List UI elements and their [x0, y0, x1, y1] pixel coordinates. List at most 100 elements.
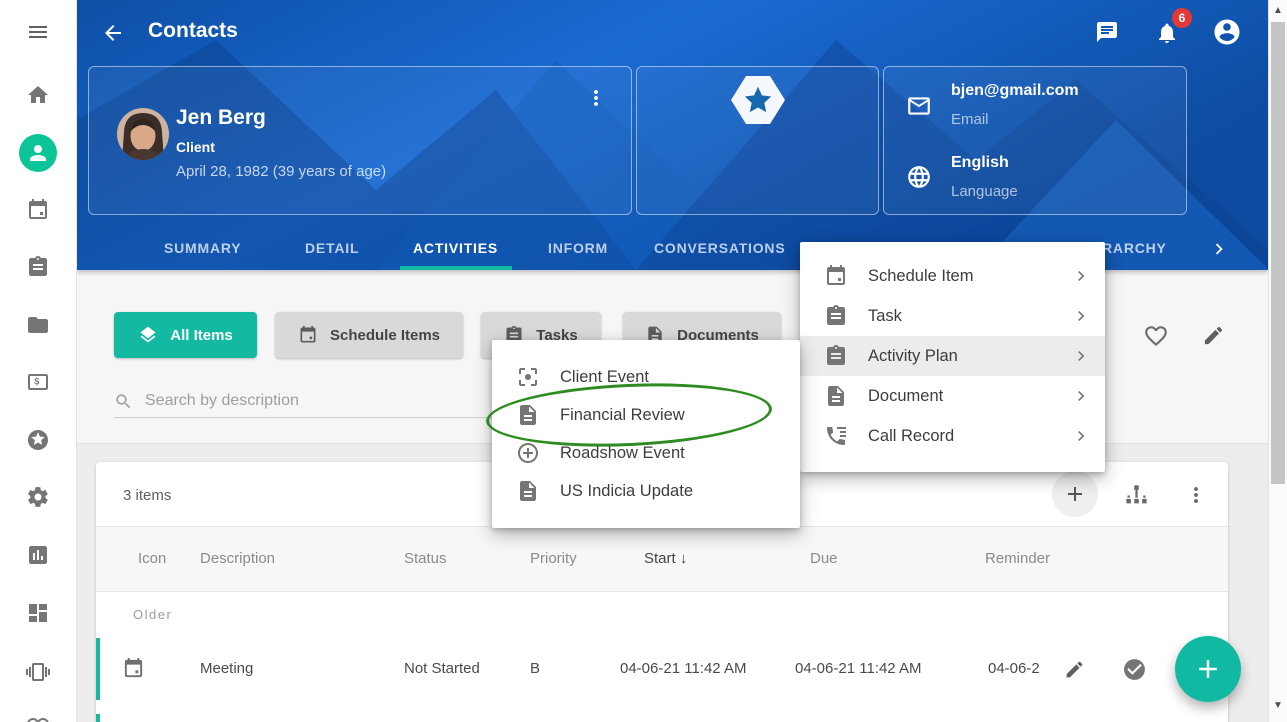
billing-dollar-nav-icon[interactable]: [26, 370, 50, 394]
column-description[interactable]: Description: [200, 550, 275, 567]
filter-all-items-button[interactable]: All Items: [114, 312, 257, 358]
contact-avatar[interactable]: [117, 108, 169, 160]
group-label: Older: [133, 607, 172, 622]
scrollbar-up-arrow[interactable]: ▲: [1269, 5, 1287, 16]
calendar-nav-icon[interactable]: [26, 198, 50, 222]
fab-add-button[interactable]: [1175, 636, 1241, 702]
card-kebab-menu-icon[interactable]: [584, 86, 608, 110]
language-label: Language: [951, 183, 1018, 200]
tab-detail[interactable]: DETAIL: [305, 240, 359, 256]
notification-count: 6: [1179, 11, 1186, 25]
vibration-phone-nav-icon[interactable]: [26, 660, 50, 684]
submenu-item-client-event[interactable]: Client Event: [492, 358, 800, 396]
tabs-scroll-chevron-icon[interactable]: [1208, 238, 1230, 260]
menu-item-document[interactable]: Document: [800, 376, 1105, 416]
row-complete-check-icon[interactable]: [1122, 657, 1147, 682]
submenu-item-label: Client Event: [560, 368, 800, 387]
vertical-scrollbar[interactable]: ▲ ▼: [1268, 0, 1287, 722]
language-globe-icon: [906, 164, 932, 190]
tab-hierarchy-partial[interactable]: RARCHY: [1102, 240, 1167, 256]
tasks-clipboard-nav-icon[interactable]: [26, 255, 50, 279]
submenu-item-label: Financial Review: [560, 406, 800, 425]
contact-badge-card: [636, 66, 879, 215]
column-reminder[interactable]: Reminder: [985, 550, 1050, 567]
email-value[interactable]: bjen@gmail.com: [951, 82, 1079, 100]
calendar-icon: [824, 264, 848, 288]
account-circle-icon[interactable]: [1212, 17, 1242, 47]
search-icon: [114, 392, 133, 411]
home-icon[interactable]: [26, 83, 50, 107]
favorite-heart-icon[interactable]: [1143, 323, 1169, 349]
contact-identity-card: Jen Berg Client April 28, 1982 (39 years…: [88, 66, 632, 215]
email-icon: [906, 93, 932, 119]
tab-activities[interactable]: ACTIVITIES: [413, 240, 498, 256]
menu-item-schedule-item[interactable]: Schedule Item: [800, 256, 1105, 296]
filter-all-items-label: All Items: [170, 327, 233, 344]
back-arrow-icon[interactable]: [101, 21, 125, 45]
hierarchy-view-icon[interactable]: [1123, 482, 1150, 509]
menu-hamburger-icon[interactable]: [26, 20, 50, 44]
app-root: Contacts 6 Jen Berg Client April 28, 198…: [0, 0, 1287, 722]
row-accent-bar: [96, 638, 100, 700]
tab-inform[interactable]: INFORM: [548, 240, 608, 256]
plus-icon: [1193, 654, 1223, 684]
scrollbar-down-arrow[interactable]: ▼: [1269, 700, 1287, 711]
favorites-star-nav-icon[interactable]: [26, 428, 50, 452]
contacts-nav-active-icon[interactable]: [19, 134, 57, 172]
scrollbar-thumb[interactable]: [1271, 22, 1285, 484]
submenu-item-us-indicia-update[interactable]: US Indicia Update: [492, 472, 800, 510]
cell-reminder-truncated: 04-06-2: [988, 660, 1050, 677]
contact-name: Jen Berg: [176, 106, 266, 130]
email-label: Email: [951, 111, 989, 128]
layers-icon: [138, 325, 158, 345]
reports-chart-nav-icon[interactable]: [26, 543, 50, 567]
filter-schedule-items-button[interactable]: Schedule Items: [275, 312, 463, 358]
menu-item-task[interactable]: Task: [800, 296, 1105, 336]
partial-bottom-nav-icon[interactable]: [26, 712, 50, 722]
active-tab-underline: [400, 266, 512, 270]
table-row-partial[interactable]: [96, 700, 1228, 722]
tab-conversations[interactable]: CONVERSATIONS: [654, 240, 786, 256]
tab-summary[interactable]: SUMMARY: [164, 240, 241, 256]
chevron-right-icon: [1071, 346, 1091, 366]
column-start-sorted[interactable]: Start ↓: [644, 550, 687, 567]
create-item-menu: Schedule Item Task Activity Plan Documen…: [800, 242, 1105, 472]
row-calendar-icon: [122, 657, 145, 680]
cell-priority: B: [530, 660, 540, 677]
panel-kebab-menu-icon[interactable]: [1184, 483, 1208, 507]
star-hexagon-badge-icon: [730, 75, 786, 125]
submenu-item-roadshow-event[interactable]: Roadshow Event: [492, 434, 800, 472]
clipboard-icon: [824, 344, 848, 368]
submenu-item-financial-review[interactable]: Financial Review: [492, 396, 800, 434]
submenu-item-label: US Indicia Update: [560, 482, 800, 501]
filter-schedule-items-label: Schedule Items: [330, 327, 440, 344]
contact-birthdate: April 28, 1982 (39 years of age): [176, 163, 386, 180]
language-value[interactable]: English: [951, 154, 1009, 172]
document-icon: [824, 384, 848, 408]
edit-pencil-icon[interactable]: [1202, 324, 1225, 347]
column-due[interactable]: Due: [810, 550, 838, 567]
chat-icon[interactable]: [1095, 20, 1119, 44]
document-icon: [516, 403, 540, 427]
menu-item-label: Document: [868, 387, 1071, 406]
dashboard-nav-icon[interactable]: [26, 601, 50, 625]
clipboard-icon: [824, 304, 848, 328]
cell-start: 04-06-21 11:42 AM: [620, 660, 746, 677]
column-status[interactable]: Status: [404, 550, 447, 567]
settings-gear-nav-icon[interactable]: [26, 485, 50, 509]
column-priority[interactable]: Priority: [530, 550, 577, 567]
column-icon[interactable]: Icon: [138, 550, 166, 567]
submenu-item-label: Roadshow Event: [560, 444, 800, 463]
menu-item-activity-plan[interactable]: Activity Plan: [800, 336, 1105, 376]
row-edit-pencil-icon[interactable]: [1064, 659, 1085, 680]
add-item-button[interactable]: [1052, 471, 1098, 517]
notification-badge[interactable]: 6: [1172, 8, 1192, 28]
table-row-meeting[interactable]: Meeting Not Started B 04-06-21 11:42 AM …: [96, 638, 1228, 701]
items-table-header: Icon Description Status Priority Start ↓…: [96, 526, 1228, 592]
chevron-right-icon: [1071, 266, 1091, 286]
menu-item-call-record[interactable]: Call Record: [800, 416, 1105, 456]
plus-icon: [1063, 482, 1087, 506]
app-sidebar: [0, 0, 77, 722]
folder-nav-icon[interactable]: [26, 313, 50, 337]
group-row-older: Older: [96, 590, 1228, 638]
